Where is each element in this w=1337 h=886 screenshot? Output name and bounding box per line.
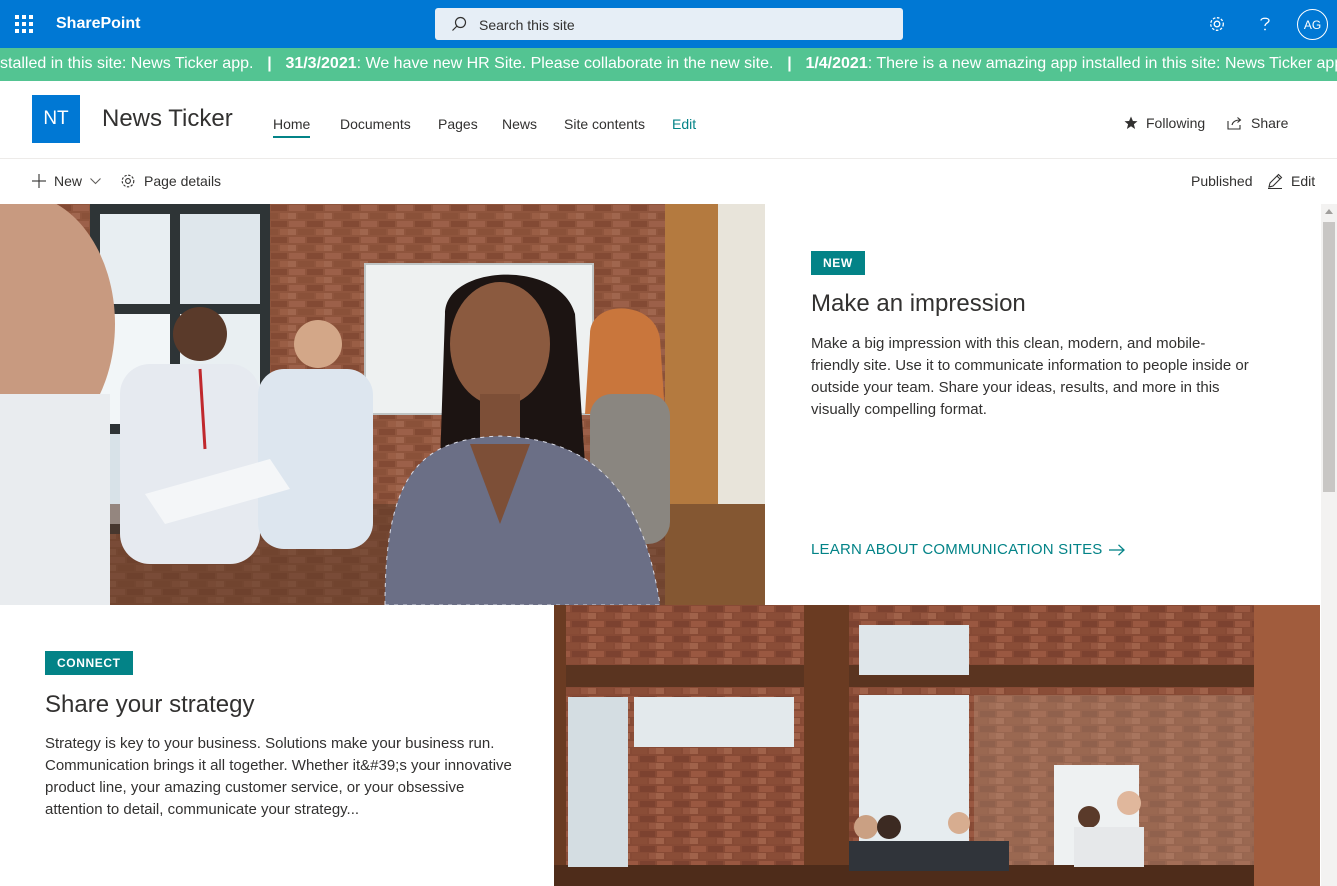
suite-bar: SharePoint Search this site AG bbox=[0, 0, 1337, 48]
gear-icon bbox=[120, 173, 136, 189]
nav-item-news[interactable]: News bbox=[502, 116, 537, 132]
hero-image-office-team[interactable] bbox=[0, 204, 765, 605]
nav-edit-link[interactable]: Edit bbox=[672, 116, 696, 132]
ticker-separator: | bbox=[787, 55, 792, 72]
nav-item-site-contents[interactable]: Site contents bbox=[564, 116, 645, 132]
following-button[interactable]: Following bbox=[1124, 115, 1205, 131]
meeting-room-image[interactable] bbox=[554, 605, 1320, 886]
site-title[interactable]: News Ticker bbox=[102, 105, 233, 133]
learn-more-link[interactable]: LEARN ABOUT COMMUNICATION SITES bbox=[811, 541, 1125, 558]
share-label: Share bbox=[1251, 115, 1289, 131]
search-icon bbox=[451, 16, 467, 37]
hero-title[interactable]: Make an impression bbox=[811, 290, 1026, 318]
new-label: New bbox=[54, 173, 83, 189]
plus-icon bbox=[32, 174, 46, 188]
page-details-label: Page details bbox=[144, 173, 222, 189]
nav-item-documents[interactable]: Documents bbox=[340, 116, 411, 132]
nav-item-pages[interactable]: Pages bbox=[438, 116, 478, 132]
site-header: NT News Ticker Home Documents Pages News… bbox=[0, 81, 1337, 159]
edit-page-button[interactable]: Edit bbox=[1267, 173, 1315, 189]
edit-label: Edit bbox=[1291, 173, 1316, 189]
help-icon[interactable] bbox=[1253, 12, 1277, 36]
strategy-text-panel: CONNECT Share your strategy Strategy is … bbox=[0, 605, 554, 886]
arrow-right-icon bbox=[1108, 543, 1125, 556]
chevron-down-icon bbox=[90, 177, 101, 185]
share-button[interactable]: Share bbox=[1227, 115, 1288, 131]
news-ticker-bar: stalled in this site: News Ticker app. | 3… bbox=[0, 48, 1337, 81]
ticker-separator: | bbox=[267, 55, 272, 72]
search-input[interactable]: Search this site bbox=[479, 17, 575, 33]
command-bar: New Page details Published Edit bbox=[0, 160, 1337, 204]
site-logo[interactable]: NT bbox=[32, 95, 80, 143]
strategy-description: Strategy is key to your business. Soluti… bbox=[45, 735, 512, 818]
ticker-track: stalled in this site: News Ticker app. | 3… bbox=[0, 55, 1337, 73]
ticker-item[interactable]: 31/3/2021: We have new HR Site. Please c… bbox=[285, 55, 773, 72]
star-icon bbox=[1124, 116, 1138, 130]
scroll-up-icon[interactable] bbox=[1325, 209, 1333, 214]
page-details-button[interactable]: Page details bbox=[120, 173, 221, 189]
scrollbar-thumb[interactable] bbox=[1323, 222, 1335, 492]
pencil-icon bbox=[1267, 173, 1283, 189]
settings-gear-icon[interactable] bbox=[1205, 12, 1229, 36]
avatar[interactable]: AG bbox=[1297, 9, 1328, 40]
ticker-item[interactable]: stalled in this site: News Ticker app. bbox=[0, 55, 253, 72]
learn-more-label: LEARN ABOUT COMMUNICATION SITES bbox=[811, 541, 1103, 558]
nav-item-home[interactable]: Home bbox=[273, 116, 311, 138]
app-launcher-icon[interactable] bbox=[14, 14, 34, 34]
strategy-title[interactable]: Share your strategy bbox=[45, 691, 254, 719]
hero-text-panel: NEW Make an impression Make a big impres… bbox=[765, 204, 1321, 605]
search-box[interactable]: Search this site bbox=[435, 8, 903, 40]
ticker-item[interactable]: 1/4/2021: There is a new amazing app ins… bbox=[805, 55, 1337, 72]
following-label: Following bbox=[1146, 115, 1206, 131]
category-badge: NEW bbox=[811, 251, 865, 275]
hero-description: Make a big impression with this clean, m… bbox=[811, 335, 1249, 418]
page-status: Published bbox=[1191, 173, 1253, 189]
new-button[interactable]: New bbox=[32, 173, 101, 189]
app-name[interactable]: SharePoint bbox=[56, 15, 140, 33]
category-badge: CONNECT bbox=[45, 651, 133, 675]
share-icon bbox=[1227, 116, 1243, 130]
